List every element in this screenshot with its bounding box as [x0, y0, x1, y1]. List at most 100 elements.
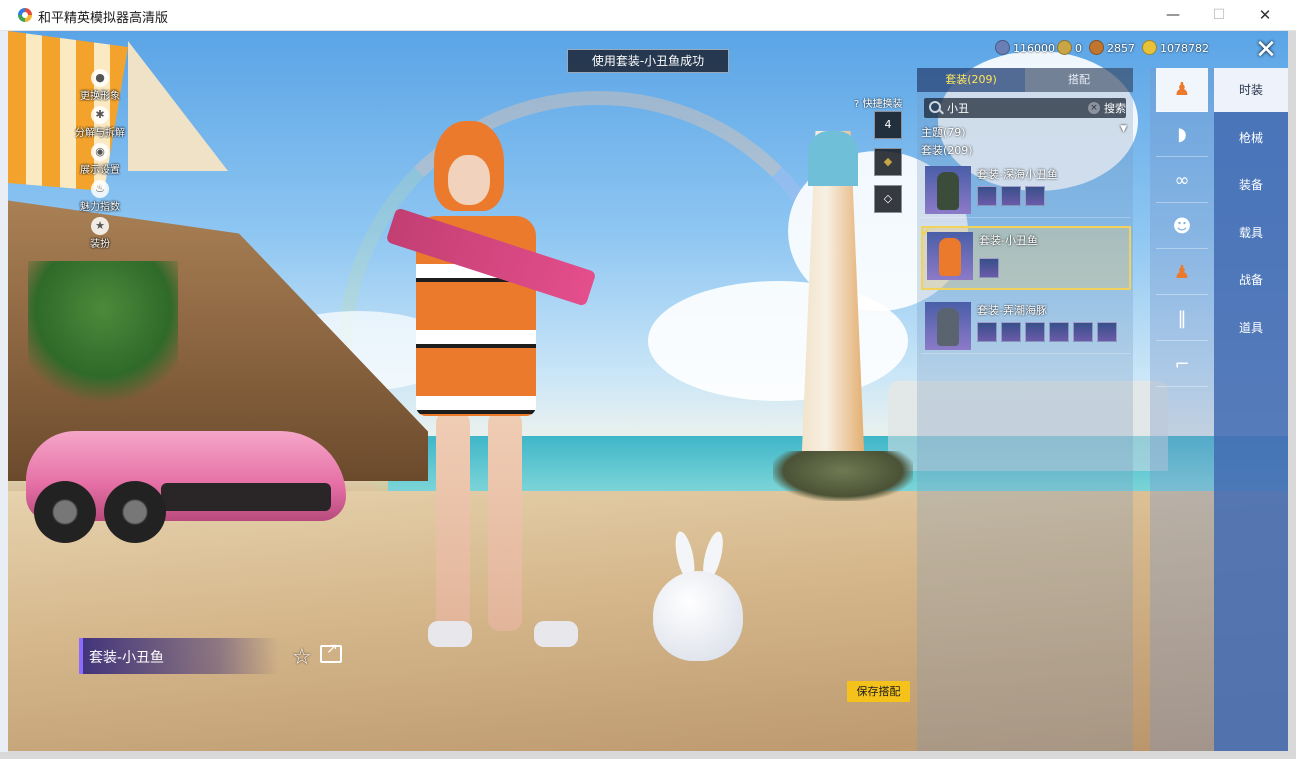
share-icon[interactable]: [320, 641, 342, 663]
shoes-icon[interactable]: ⌐: [1156, 343, 1208, 387]
window-title: 和平精英模拟器高清版: [38, 11, 169, 26]
search-bar: × 搜索: [924, 98, 1126, 118]
bunny-pet: [653, 529, 743, 661]
close-icon[interactable]: ✕: [1251, 36, 1281, 66]
search-input[interactable]: [947, 99, 1077, 117]
character-leg: [436, 411, 470, 631]
sail: [128, 41, 228, 171]
currency-value: 116000: [1013, 42, 1055, 55]
goggles-icon[interactable]: ∞: [1156, 159, 1208, 203]
list-item[interactable]: 套装-弄潮海豚: [921, 298, 1131, 354]
piece-thumbnail: [1049, 322, 1069, 342]
emblem-icon: ◆: [883, 155, 893, 168]
person-icon: ●: [91, 69, 109, 87]
left-menu-dressup[interactable]: ★ 装扮: [70, 217, 130, 250]
outfit-thumbnail: [925, 302, 971, 350]
nav-items[interactable]: 道具: [1214, 306, 1288, 350]
piece-thumbnail: [1025, 186, 1045, 206]
list-item[interactable]: 套装-深海小丑鱼: [921, 162, 1131, 218]
desktop-background: [0, 30, 8, 752]
outfit-count: 套装(209): [921, 144, 973, 157]
app-icon: [18, 8, 32, 22]
favorite-star-icon[interactable]: ☆: [292, 645, 312, 670]
piece-thumbnail: [1073, 322, 1093, 342]
theme-filter[interactable]: 主题(79) ▼: [921, 124, 1129, 140]
gold-coin-icon: [1142, 40, 1157, 55]
suit-icon[interactable]: ♟: [1156, 251, 1208, 295]
quick-slot-emblem[interactable]: ◆: [874, 148, 902, 176]
piece-thumbnail: [1001, 322, 1021, 342]
quick-change-label[interactable]: ? 快捷换装: [854, 95, 903, 110]
outfit-name: 套装-小丑鱼: [979, 234, 1038, 247]
nav-battle-prep[interactable]: 战备: [1214, 258, 1288, 302]
piece-thumbnail: [977, 322, 997, 342]
gear-icon: ✱: [91, 106, 109, 124]
diamond-icon: ◇: [883, 192, 893, 205]
lighthouse-top: [808, 131, 858, 186]
cap-icon[interactable]: ◗: [1156, 113, 1208, 157]
outfit-figure: [937, 308, 959, 346]
eye-icon: ◉: [91, 143, 109, 161]
save-outfit-button[interactable]: 保存搭配: [847, 681, 910, 702]
badge-icon: ★: [91, 217, 109, 235]
outfit-pieces: [977, 322, 1117, 342]
quick-slot-diamond[interactable]: ◇: [874, 185, 902, 213]
tab-outfits[interactable]: 套装(209): [917, 68, 1025, 92]
car-grille: [161, 483, 331, 511]
left-menu-label: 魅力指数: [80, 202, 120, 213]
slot-number: 4: [884, 118, 892, 131]
nav-equipment[interactable]: 装备: [1214, 163, 1288, 207]
rock-island: [773, 451, 913, 501]
currency-silver: 116000: [995, 39, 1055, 59]
filter-label: 主题(79): [921, 126, 966, 139]
inventory-panel: 套装(209) 搭配 × 搜索 主题(79) ▼ 套装(209) 套装-深海小丑…: [917, 68, 1133, 751]
right-nav: 时装 枪械 装备 载具 战备 道具: [1214, 68, 1288, 751]
quick-slot-hanger[interactable]: 4: [874, 111, 902, 139]
outfit-thumbnail: [927, 232, 973, 280]
car-wheel: [34, 481, 96, 543]
player-character[interactable]: [385, 121, 597, 661]
character-shoe: [428, 621, 472, 647]
tab-match[interactable]: 搭配: [1025, 68, 1133, 92]
flame-icon: ♨: [91, 180, 109, 198]
search-button[interactable]: 搜索: [1104, 100, 1126, 116]
outfit-thumbnail: [925, 166, 971, 214]
currency-gold: 1078782: [1142, 39, 1209, 59]
nav-vehicles[interactable]: 载具: [1214, 211, 1288, 255]
character-leg: [488, 411, 522, 631]
bunny-body: [653, 571, 743, 661]
left-menu-decompose[interactable]: ✱ 分解与拆解: [70, 106, 130, 139]
nav-fashion[interactable]: 时装: [1214, 68, 1288, 112]
current-outfit-name: 套装-小丑鱼: [89, 650, 165, 666]
bronze-coin-icon: [1089, 40, 1104, 55]
nav-weapons[interactable]: 枪械: [1214, 116, 1288, 160]
list-item-selected[interactable]: ✔ 套装-小丑鱼: [921, 225, 1131, 290]
mask-icon[interactable]: ☻: [1156, 205, 1208, 249]
success-toast: 使用套装-小丑鱼成功: [567, 49, 729, 73]
token-icon: [1057, 40, 1072, 55]
outfit-icon[interactable]: ♟: [1156, 68, 1208, 112]
window-titlebar: 和平精英模拟器高清版 — ☐ ✕: [0, 0, 1296, 31]
piece-thumbnail: [1001, 186, 1021, 206]
character-face: [448, 155, 490, 205]
palm-tree: [28, 261, 178, 421]
minimize-button[interactable]: —: [1150, 0, 1196, 30]
left-menu-change-look[interactable]: ● 更换形象: [70, 69, 130, 102]
outfit-pieces: [979, 258, 999, 278]
car-wheel: [104, 481, 166, 543]
piece-thumbnail: [977, 186, 997, 206]
clear-icon[interactable]: ×: [1088, 102, 1100, 114]
current-outfit-bar: 套装-小丑鱼: [79, 638, 279, 674]
left-menu-charm[interactable]: ♨ 魅力指数: [70, 180, 130, 213]
left-menu-label: 展示设置: [80, 165, 120, 176]
pink-sports-car: [26, 401, 346, 551]
piece-thumbnail: [979, 258, 999, 278]
game-viewport[interactable]: 使用套装-小丑鱼成功 ● 更换形象 ✱ 分解与拆解 ◉ 展示设置 ♨ 魅力指数 …: [8, 31, 1288, 751]
window-close-button[interactable]: ✕: [1242, 0, 1288, 30]
maximize-button[interactable]: ☐: [1196, 0, 1242, 30]
pants-icon[interactable]: ‖: [1156, 297, 1208, 341]
quick-change-text: 快捷换装: [862, 99, 903, 110]
panel-tabs: 套装(209) 搭配: [917, 68, 1133, 92]
left-menu-display[interactable]: ◉ 展示设置: [70, 143, 130, 176]
currency-value: 0: [1075, 42, 1082, 55]
